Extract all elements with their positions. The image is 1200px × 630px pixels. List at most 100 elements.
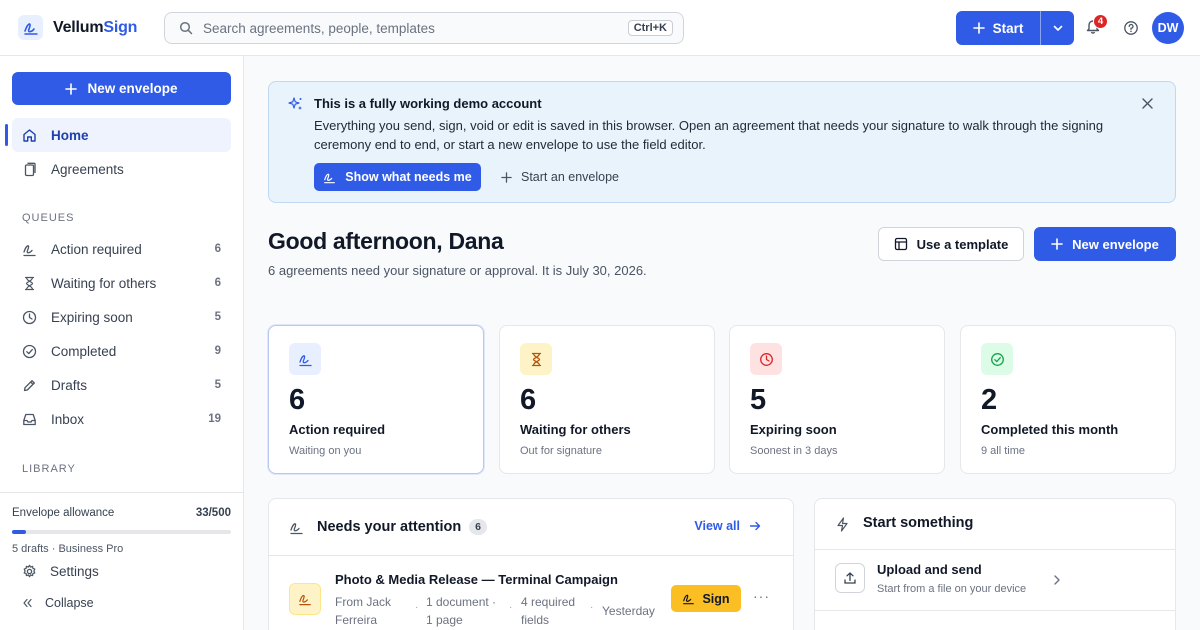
new-envelope-button[interactable]: New envelope <box>1034 227 1176 261</box>
show-what-needs-me-label: Show what needs me <box>345 170 472 184</box>
sidebar-item-drafts[interactable]: Drafts 5 <box>12 368 231 402</box>
sidebar: New envelope Home Agreements QUEUES Acti… <box>0 56 244 630</box>
brand-name-part2: Sign <box>103 18 138 36</box>
stat-number: 5 <box>750 384 767 416</box>
start-button-label: Start <box>992 20 1024 36</box>
separator-dot: · <box>590 602 594 613</box>
stat-card-waiting-for-others[interactable]: 6 Waiting for others Out for signature <box>499 325 715 474</box>
stat-label: Expiring soon <box>750 422 837 437</box>
start-dropdown-button[interactable] <box>1040 11 1074 45</box>
use-template-label: Use a template <box>916 236 1009 252</box>
plus-icon <box>972 22 985 34</box>
stat-number: 6 <box>520 384 537 416</box>
signature-icon <box>682 592 695 605</box>
sign-button[interactable]: Sign <box>671 585 741 612</box>
new-envelope-label: New envelope <box>87 81 178 96</box>
sidebar-new-envelope-button[interactable]: New envelope <box>12 72 231 105</box>
view-all-link[interactable]: View all <box>694 519 761 533</box>
sidebar-item-action-required[interactable]: Action required 6 <box>12 232 231 266</box>
check-circle-icon <box>981 343 1013 375</box>
stat-card-expiring-soon[interactable]: 5 Expiring soon Soonest in 3 days <box>729 325 945 474</box>
stat-number: 2 <box>981 384 998 416</box>
option-title: Upload and send <box>877 562 982 577</box>
search-icon <box>179 21 193 35</box>
sidebar-item-label: Waiting for others <box>51 275 157 291</box>
page-title: Good afternoon, Dana <box>268 228 504 254</box>
chevron-down-icon <box>1052 22 1064 34</box>
double-chevron-left-icon <box>22 598 32 608</box>
sidebar-item-count: 6 <box>214 277 221 289</box>
signature-logo-icon <box>18 15 43 40</box>
stat-subtitle: Waiting on you <box>289 445 362 457</box>
stat-number: 6 <box>289 384 306 416</box>
sidebar-item-expiring-soon[interactable]: Expiring soon 5 <box>12 300 231 334</box>
upload-icon <box>835 563 865 593</box>
attention-count-badge: 6 <box>469 519 487 535</box>
sidebar-item-agreements[interactable]: Agreements <box>12 152 231 186</box>
separator-dot: · <box>415 602 419 613</box>
sidebar-item-count: 5 <box>214 311 221 323</box>
clock-icon <box>750 343 782 375</box>
user-avatar[interactable]: DW <box>1152 12 1184 44</box>
brand-name: VellumSign <box>53 19 137 37</box>
sidebar-item-label: Drafts <box>51 377 88 393</box>
signature-icon <box>22 242 37 257</box>
agreement-documents: 1 document · 1 page <box>426 595 497 627</box>
sidebar-item-label: Agreements <box>51 161 124 177</box>
settings-label: Settings <box>50 564 99 579</box>
queues-heading: QUEUES <box>22 212 75 224</box>
sidebar-item-count: 5 <box>214 379 221 391</box>
stat-label: Action required <box>289 422 386 437</box>
hourglass-icon <box>22 276 37 291</box>
search-bar[interactable]: Ctrl+K <box>164 12 684 44</box>
active-indicator <box>5 124 8 146</box>
needs-attention-panel: Needs your attention 6 View all Photo & … <box>268 498 794 630</box>
panel-title: Needs your attention <box>317 519 462 535</box>
signature-icon <box>323 171 336 184</box>
lightning-icon <box>836 517 849 532</box>
inbox-icon <box>22 412 37 427</box>
agreement-sender: From Jack Ferreira <box>335 595 392 627</box>
sidebar-item-label: Inbox <box>51 411 85 427</box>
sidebar-item-label: Expiring soon <box>51 309 133 325</box>
option-subtitle: Start from a file on your device <box>877 583 1027 595</box>
collapse-label: Collapse <box>45 596 94 610</box>
settings-link[interactable]: Settings <box>22 564 99 579</box>
stat-card-action-required[interactable]: 6 Action required Waiting on you <box>268 325 484 474</box>
dismiss-banner-button[interactable] <box>1142 98 1153 109</box>
plus-icon <box>501 171 512 183</box>
use-template-button[interactable]: Use a template <box>878 227 1024 261</box>
sidebar-item-label: Home <box>51 127 89 143</box>
top-bar: VellumSign Ctrl+K Start 4 DW <box>0 0 1200 56</box>
divider <box>815 610 1175 611</box>
library-heading: LIBRARY <box>22 463 76 475</box>
start-an-envelope-button[interactable]: Start an envelope <box>501 163 619 191</box>
sidebar-item-completed[interactable]: Completed 9 <box>12 334 231 368</box>
arrow-right-icon <box>749 520 761 532</box>
sidebar-item-count: 19 <box>208 413 221 425</box>
brand-logo[interactable]: VellumSign <box>18 15 137 40</box>
agreement-title[interactable]: Photo & Media Release — Terminal Campaig… <box>335 572 618 587</box>
search-input[interactable] <box>203 20 628 36</box>
sidebar-item-waiting-for-others[interactable]: Waiting for others 6 <box>12 266 231 300</box>
sidebar-item-inbox[interactable]: Inbox 19 <box>12 402 231 436</box>
sidebar-item-home[interactable]: Home <box>12 118 231 152</box>
start-button-group: Start <box>956 11 1074 45</box>
help-button[interactable] <box>1123 20 1139 36</box>
start-an-envelope-label: Start an envelope <box>521 170 619 184</box>
panel-header: Start something <box>815 499 1175 550</box>
sparkle-icon <box>288 96 304 112</box>
search-shortcut: Ctrl+K <box>627 20 673 36</box>
collapse-sidebar-button[interactable]: Collapse <box>22 596 94 610</box>
stat-card-completed-this-month[interactable]: 2 Completed this month 9 all time <box>960 325 1176 474</box>
allowance-label: Envelope allowance <box>12 507 115 519</box>
sidebar-item-label: Action required <box>51 241 142 257</box>
show-what-needs-me-button[interactable]: Show what needs me <box>314 163 481 191</box>
close-icon <box>1142 98 1153 109</box>
hourglass-icon <box>520 343 552 375</box>
more-options-button[interactable]: ··· <box>753 588 770 604</box>
demo-banner: This is a fully working demo account Eve… <box>268 81 1176 203</box>
start-button[interactable]: Start <box>956 11 1040 45</box>
panel-header: Needs your attention 6 View all <box>269 499 793 556</box>
sidebar-item-label: Completed <box>51 343 117 359</box>
